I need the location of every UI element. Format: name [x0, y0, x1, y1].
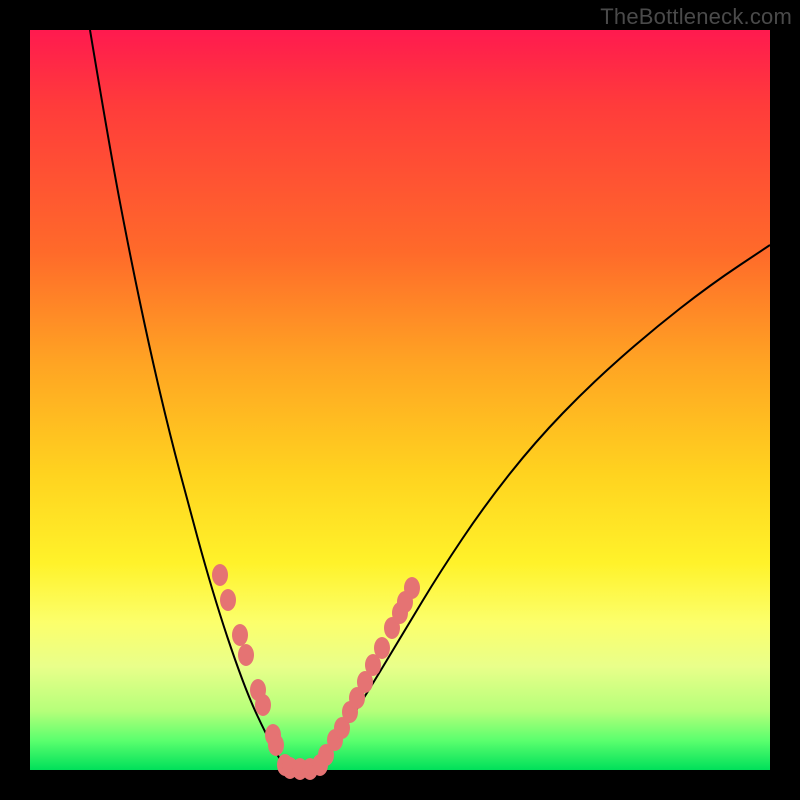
series-left-curve [90, 30, 288, 770]
marker-dot [220, 589, 236, 611]
series-right-curve [315, 245, 770, 770]
watermark-text: TheBottleneck.com [600, 4, 792, 30]
marker-dot [212, 564, 228, 586]
curve-markers [212, 564, 420, 780]
marker-dot [232, 624, 248, 646]
marker-dot [374, 637, 390, 659]
chart-frame: TheBottleneck.com [0, 0, 800, 800]
curve-lines [90, 30, 770, 770]
marker-dot [255, 694, 271, 716]
plot-area [30, 30, 770, 770]
marker-dot [404, 577, 420, 599]
marker-dot [268, 734, 284, 756]
chart-svg [30, 30, 770, 770]
marker-dot [238, 644, 254, 666]
